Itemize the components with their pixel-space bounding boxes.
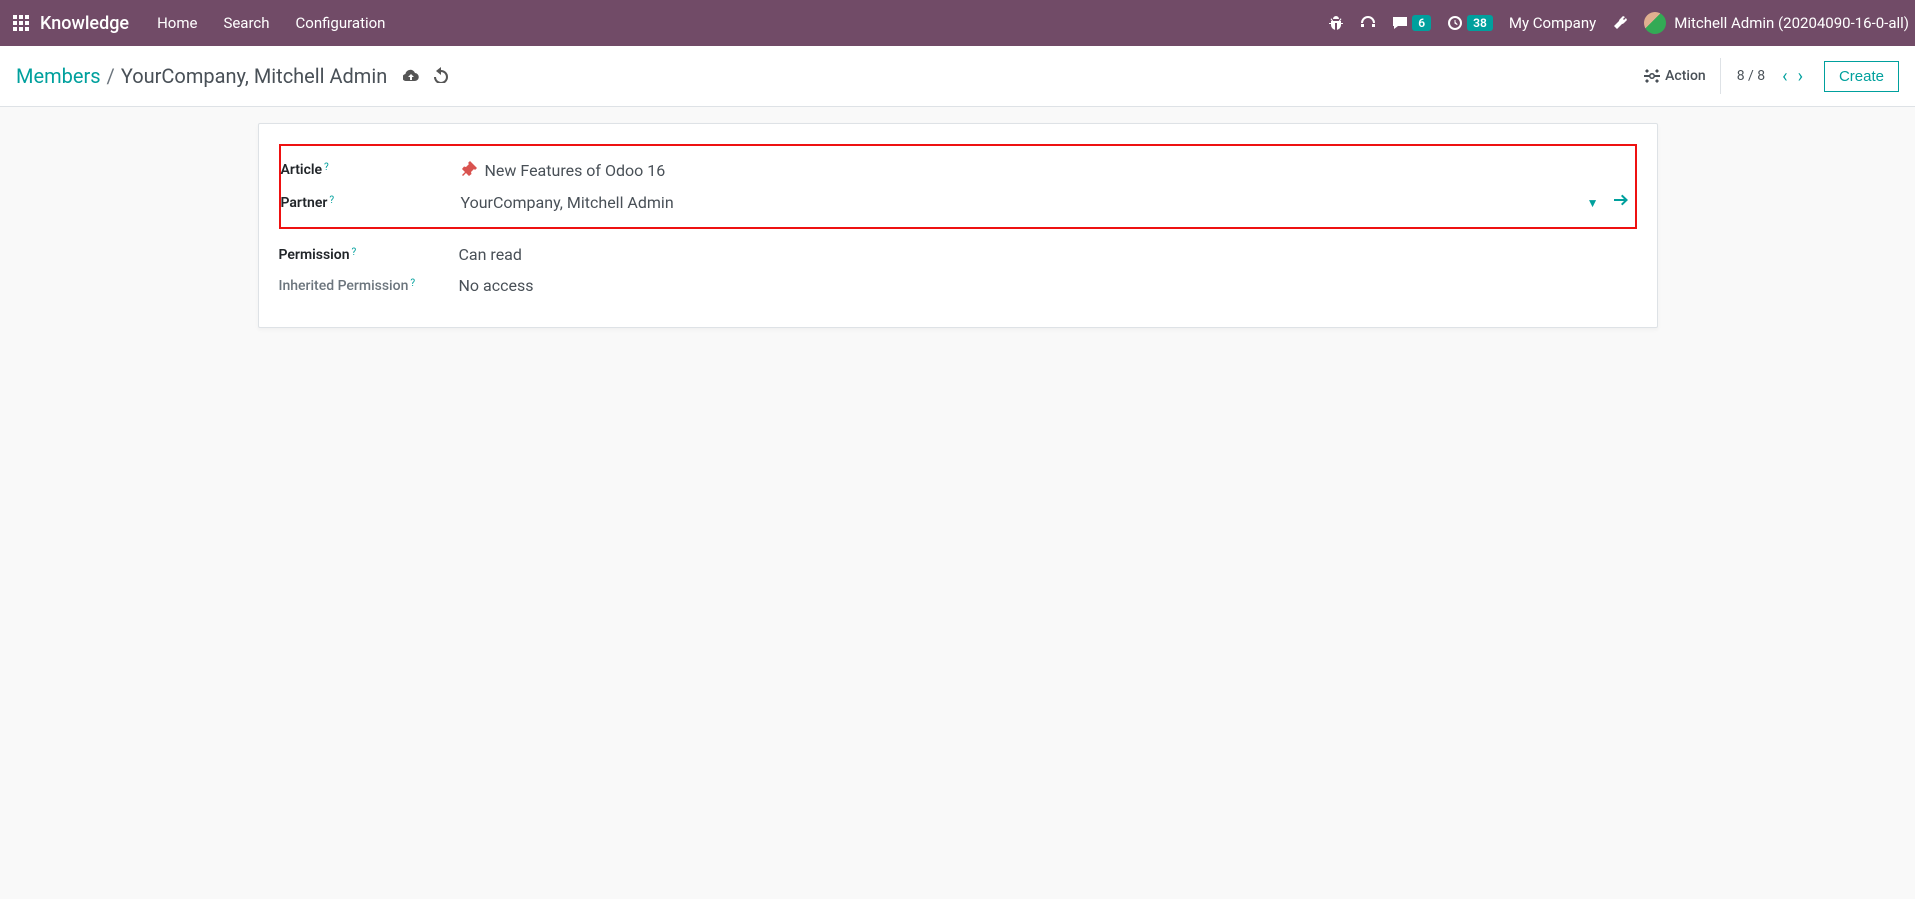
activities-icon[interactable]: 38 [1447, 15, 1493, 31]
help-icon[interactable]: ? [410, 278, 415, 289]
cloud-save-icon[interactable] [403, 64, 419, 88]
activities-badge: 38 [1467, 15, 1493, 31]
pager-prev-icon[interactable]: ‹ [1777, 66, 1792, 87]
create-button[interactable]: Create [1824, 61, 1899, 92]
company-selector[interactable]: My Company [1509, 14, 1596, 32]
pager-count[interactable]: 8 / 8 [1737, 68, 1765, 84]
inherited-permission-value-container: No access [459, 276, 1637, 295]
bug-icon[interactable] [1328, 15, 1344, 31]
help-icon[interactable]: ? [324, 162, 329, 173]
action-menu-button[interactable]: Action [1644, 58, 1721, 94]
action-label: Action [1665, 68, 1706, 84]
nav-configuration[interactable]: Configuration [296, 14, 386, 32]
highlighted-fields-group: Article? New Features of Odoo 16 Partner… [279, 144, 1637, 229]
external-link-icon[interactable] [1613, 192, 1629, 213]
messages-icon[interactable]: 6 [1392, 15, 1431, 31]
breadcrumb-link-members[interactable]: Members [16, 64, 101, 88]
main-content: Article? New Features of Odoo 16 Partner… [0, 107, 1915, 368]
field-permission: Permission? Can read [279, 239, 1637, 270]
undo-icon[interactable] [433, 64, 449, 88]
apps-grid-icon[interactable] [12, 14, 30, 32]
messages-badge: 6 [1412, 15, 1431, 31]
partner-label: Partner? [281, 195, 461, 211]
form-sheet: Article? New Features of Odoo 16 Partner… [258, 123, 1658, 328]
pin-icon [461, 160, 477, 180]
debug-tools-icon[interactable] [1612, 15, 1628, 31]
pager-next-icon[interactable]: › [1793, 66, 1808, 87]
nav-home[interactable]: Home [157, 14, 197, 32]
user-menu[interactable]: Mitchell Admin (20204090-16-0-all) [1644, 12, 1909, 34]
main-header: Knowledge Home Search Configuration 6 38… [0, 0, 1915, 46]
control-panel: Members / YourCompany, Mitchell Admin Ac… [0, 46, 1915, 107]
inherited-permission-value: No access [459, 276, 534, 295]
app-name[interactable]: Knowledge [40, 13, 129, 34]
chevron-down-icon[interactable]: ▼ [1587, 196, 1599, 210]
avatar [1644, 12, 1666, 34]
permission-value: Can read [459, 245, 522, 264]
user-name: Mitchell Admin (20204090-16-0-all) [1674, 14, 1909, 32]
inherited-permission-label: Inherited Permission? [279, 278, 459, 294]
partner-value: YourCompany, Mitchell Admin [461, 193, 674, 212]
permission-value-container[interactable]: Can read [459, 245, 1637, 264]
article-label: Article? [281, 162, 461, 178]
pager: 8 / 8 ‹ › [1737, 66, 1808, 87]
breadcrumb-separator: / [107, 64, 115, 88]
field-article: Article? New Features of Odoo 16 [281, 154, 1635, 186]
article-value-container[interactable]: New Features of Odoo 16 [461, 160, 1635, 180]
support-icon[interactable] [1360, 15, 1376, 31]
breadcrumb: Members / YourCompany, Mitchell Admin [16, 64, 449, 88]
field-partner: Partner? YourCompany, Mitchell Admin ▼ [281, 186, 1635, 219]
nav-search[interactable]: Search [223, 14, 269, 32]
breadcrumb-current: YourCompany, Mitchell Admin [121, 64, 387, 88]
help-icon[interactable]: ? [352, 247, 357, 258]
permission-label: Permission? [279, 247, 459, 263]
partner-value-container[interactable]: YourCompany, Mitchell Admin ▼ [461, 192, 1635, 213]
article-value: New Features of Odoo 16 [485, 161, 666, 180]
help-icon[interactable]: ? [329, 195, 334, 206]
field-inherited-permission: Inherited Permission? No access [279, 270, 1637, 301]
